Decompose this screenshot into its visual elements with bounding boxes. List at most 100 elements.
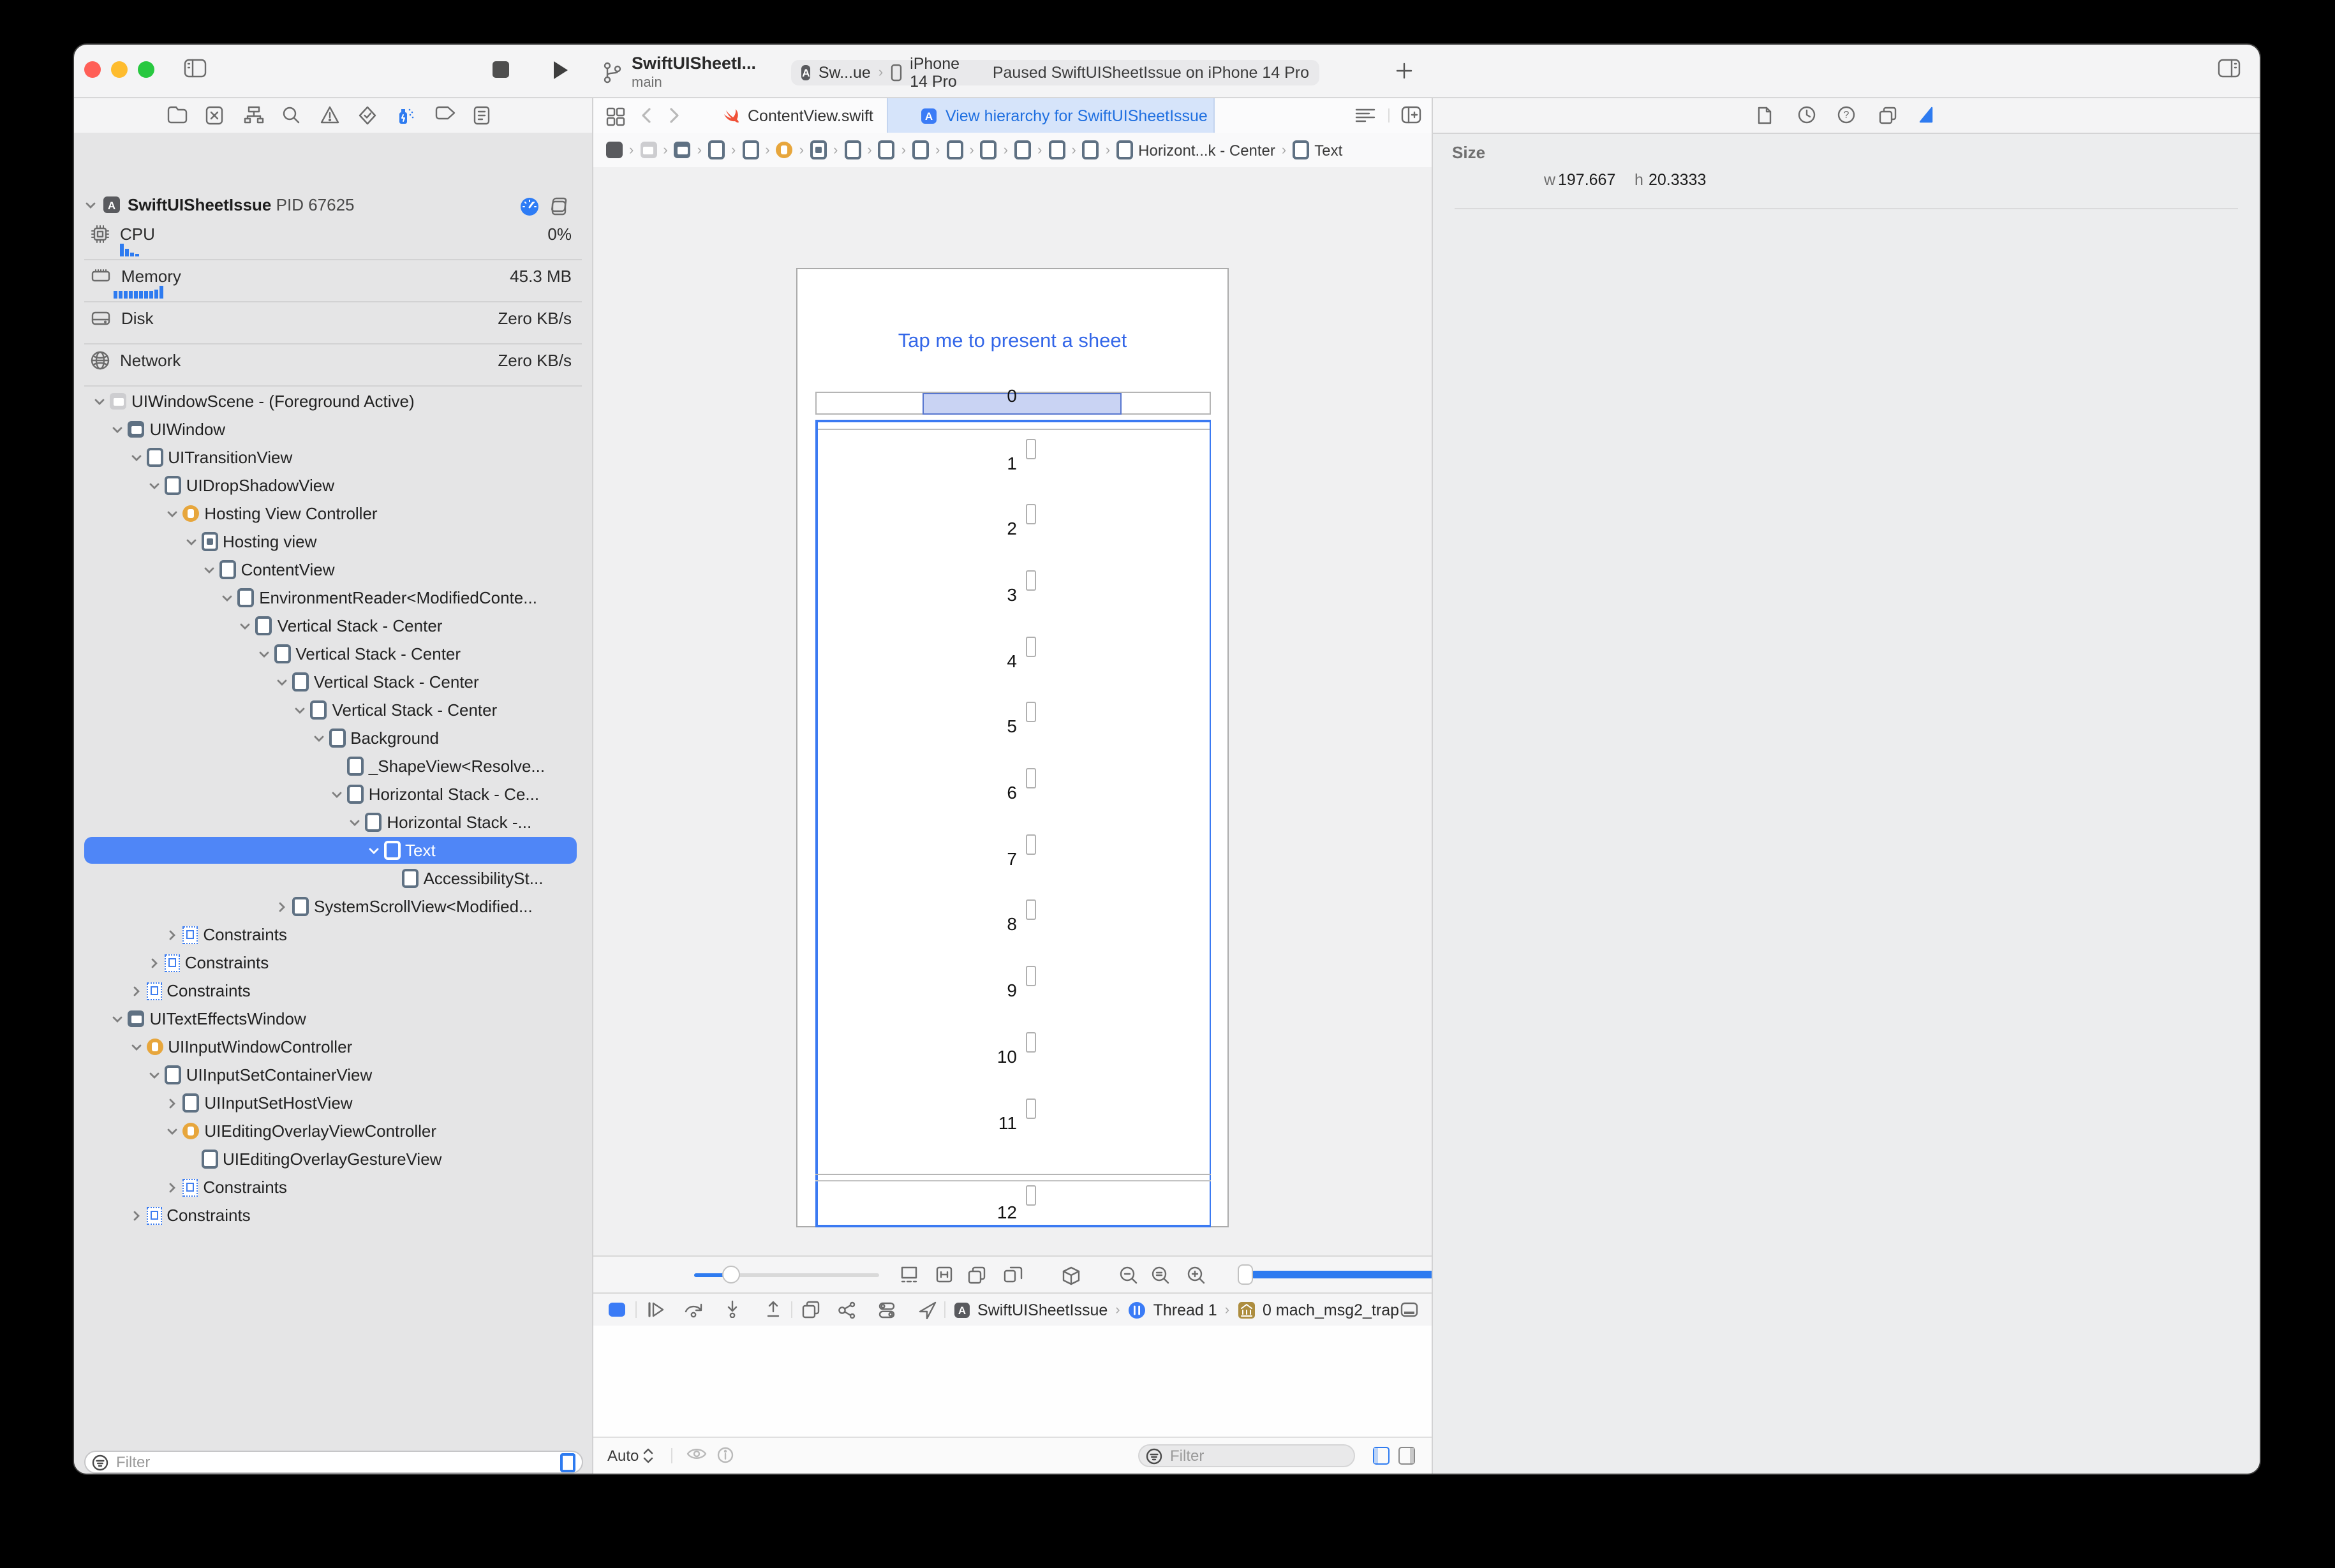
breadcrumb-hostingview-icon[interactable] bbox=[810, 140, 827, 159]
navigator-tab-issue-navigator[interactable] bbox=[320, 106, 339, 124]
tree-row-horizontal-stack-[interactable]: Horizontal Stack -... bbox=[74, 809, 592, 836]
disclosure-chevron-icon[interactable] bbox=[165, 928, 180, 941]
console-scope-label[interactable]: Auto bbox=[607, 1447, 639, 1465]
forward-chevron-icon[interactable] bbox=[669, 107, 680, 124]
disclosure-chevron-icon[interactable] bbox=[202, 563, 217, 576]
view-debugger-button[interactable] bbox=[801, 1300, 820, 1319]
navigator-tab-source-control-navigator[interactable] bbox=[205, 106, 223, 125]
tree-row--shapeview-resolve-[interactable]: _ShapeView<Resolve... bbox=[74, 753, 592, 780]
console-filter-input[interactable] bbox=[1168, 1446, 1347, 1466]
clip-content-button[interactable] bbox=[900, 1266, 919, 1283]
disclosure-chevron-icon[interactable] bbox=[165, 1181, 180, 1194]
disclosure-chevron-icon[interactable] bbox=[219, 591, 235, 604]
disclosure-chevron-icon[interactable] bbox=[347, 816, 362, 829]
breadcrumb-view-icon[interactable] bbox=[1048, 140, 1065, 159]
zoom-in-button[interactable] bbox=[1187, 1266, 1206, 1285]
disclosure-chevron-icon[interactable] bbox=[147, 1069, 162, 1081]
stat-row-cpu[interactable]: CPU0% bbox=[74, 221, 592, 248]
breadcrumb-windowscene-icon[interactable] bbox=[640, 142, 656, 158]
zoom-fit-button[interactable] bbox=[1151, 1266, 1170, 1285]
split-editor-icon[interactable] bbox=[1401, 106, 1421, 124]
disclosure-chevron-icon[interactable] bbox=[165, 507, 180, 520]
width-value[interactable]: 197.667 bbox=[1558, 171, 1615, 189]
disclosure-chevron-icon[interactable] bbox=[147, 956, 162, 969]
disclosure-chevron-icon[interactable] bbox=[238, 619, 253, 632]
tree-row-hosting-view[interactable]: Hosting view bbox=[74, 528, 592, 555]
branch-name[interactable]: main bbox=[632, 75, 662, 91]
disclosure-chevron-icon[interactable] bbox=[84, 198, 97, 211]
console-info-icon[interactable] bbox=[717, 1447, 734, 1463]
stop-button[interactable] bbox=[493, 61, 509, 78]
tree-row-uitexteffectswindow[interactable]: UITextEffectsWindow bbox=[74, 1005, 592, 1032]
disclosure-chevron-icon[interactable] bbox=[274, 900, 290, 913]
disclosure-chevron-icon[interactable] bbox=[293, 704, 308, 716]
slider-knob[interactable] bbox=[722, 1266, 740, 1283]
tree-row-constraints[interactable]: Constraints bbox=[74, 921, 592, 948]
tree-row-constraints[interactable]: Constraints bbox=[74, 977, 592, 1004]
disclosure-chevron-icon[interactable] bbox=[256, 647, 271, 660]
disclosure-chevron-icon[interactable] bbox=[165, 1097, 180, 1109]
breadcrumb-view-icon[interactable] bbox=[1083, 140, 1099, 159]
disclosure-chevron-icon[interactable] bbox=[128, 1209, 144, 1222]
breadcrumb-stack-label[interactable]: Horizont...k - Center bbox=[1138, 141, 1275, 159]
navigator-tab-find-navigator[interactable] bbox=[282, 106, 300, 124]
show-3d-button[interactable] bbox=[1062, 1266, 1081, 1286]
disclosure-chevron-icon[interactable] bbox=[165, 1125, 180, 1137]
step-out-button[interactable] bbox=[766, 1300, 781, 1318]
step-into-button[interactable] bbox=[725, 1300, 740, 1318]
height-value[interactable]: 20.3333 bbox=[1649, 171, 1706, 189]
tree-row-uiinputsetcontainerview[interactable]: UIInputSetContainerView bbox=[74, 1061, 592, 1088]
gauge-icon[interactable] bbox=[519, 196, 540, 217]
present-sheet-button[interactable]: Tap me to present a sheet bbox=[797, 330, 1227, 353]
breadcrumb-view-icon[interactable] bbox=[742, 140, 759, 159]
disclosure-chevron-icon[interactable] bbox=[274, 676, 290, 688]
scheme-status-pill[interactable]: A Sw...ue › iPhone 14 Pro Paused SwiftUI… bbox=[791, 60, 1319, 85]
constraints-button[interactable] bbox=[935, 1266, 953, 1283]
debug-process-name[interactable]: SwiftUISheetIssue bbox=[977, 1301, 1108, 1319]
tree-row-uidropshadowview[interactable]: UIDropShadowView bbox=[74, 472, 592, 499]
inspector-tab-hierarchy-inspector[interactable] bbox=[1878, 106, 1897, 125]
tree-row-vertical-stack-center[interactable]: Vertical Stack - Center bbox=[74, 640, 592, 667]
variables-view-toggle-icon[interactable] bbox=[1373, 1447, 1390, 1465]
toggle-console-button[interactable] bbox=[1400, 1301, 1419, 1318]
related-items-grid-icon[interactable] bbox=[606, 107, 625, 126]
console-filter-field[interactable] bbox=[1138, 1444, 1355, 1467]
navigator-tab-debug-navigator[interactable] bbox=[397, 106, 415, 125]
tree-row-horizontal-stack-ce-[interactable]: Horizontal Stack - Ce... bbox=[74, 781, 592, 808]
tree-row-uiwindowscene-foreground-active-[interactable]: UIWindowScene - (Foreground Active) bbox=[74, 388, 592, 415]
tab-view-hierarchy-label[interactable]: View hierarchy for SwiftUISheetIssue bbox=[945, 107, 1208, 124]
breadcrumb-vc-icon[interactable] bbox=[776, 142, 793, 158]
inspector-tab-history-inspector[interactable] bbox=[1797, 106, 1815, 124]
console-view-toggle-icon[interactable] bbox=[1398, 1447, 1415, 1465]
disclosure-chevron-icon[interactable] bbox=[110, 423, 126, 436]
memory-graph-button[interactable] bbox=[837, 1301, 856, 1319]
navigator-filter-field[interactable] bbox=[84, 1451, 583, 1474]
disclosure-chevron-icon[interactable] bbox=[311, 732, 326, 744]
tree-row-hosting-view-controller[interactable]: Hosting View Controller bbox=[74, 500, 592, 527]
tree-row-uieditingoverlayviewcontroller[interactable]: UIEditingOverlayViewController bbox=[74, 1118, 592, 1144]
breadcrumb-view-icon[interactable] bbox=[878, 140, 895, 159]
console-area[interactable] bbox=[592, 1326, 1432, 1437]
process-row[interactable]: A SwiftUISheetIssue PID 67625 bbox=[74, 191, 592, 218]
breadcrumb-view-icon[interactable] bbox=[708, 140, 725, 159]
device-screen[interactable]: Tap me to present a sheet 01234567891011… bbox=[796, 268, 1229, 1227]
simulate-location-button[interactable] bbox=[919, 1301, 937, 1319]
tree-row-vertical-stack-center[interactable]: Vertical Stack - Center bbox=[74, 669, 592, 695]
disclosure-chevron-icon[interactable] bbox=[128, 451, 144, 464]
navigator-tab-breakpoint-navigator[interactable] bbox=[435, 106, 456, 121]
tree-row-constraints[interactable]: Constraints bbox=[74, 949, 592, 976]
breadcrumb-text-label[interactable]: Text bbox=[1314, 141, 1342, 159]
tree-row-uiinputwindowcontroller[interactable]: UIInputWindowController bbox=[74, 1033, 592, 1060]
tab-contentview-label[interactable]: ContentView.swift bbox=[748, 107, 873, 124]
zoom-out-button[interactable] bbox=[1119, 1266, 1138, 1285]
minimize-button[interactable] bbox=[111, 61, 128, 78]
spacing-slider[interactable] bbox=[694, 1273, 879, 1277]
inspector-tab-size-inspector[interactable] bbox=[1918, 106, 1934, 124]
tree-row-uiinputsethostview[interactable]: UIInputSetHostView bbox=[74, 1090, 592, 1116]
disclosure-chevron-icon[interactable] bbox=[110, 1012, 126, 1025]
tree-row-constraints[interactable]: Constraints bbox=[74, 1174, 592, 1201]
show-views-toggle-icon[interactable] bbox=[560, 1453, 575, 1472]
tree-row-background[interactable]: Background bbox=[74, 725, 592, 751]
disclosure-chevron-icon[interactable] bbox=[366, 844, 381, 857]
tree-row-systemscrollview-modified-[interactable]: SystemScrollView<Modified... bbox=[74, 893, 592, 920]
